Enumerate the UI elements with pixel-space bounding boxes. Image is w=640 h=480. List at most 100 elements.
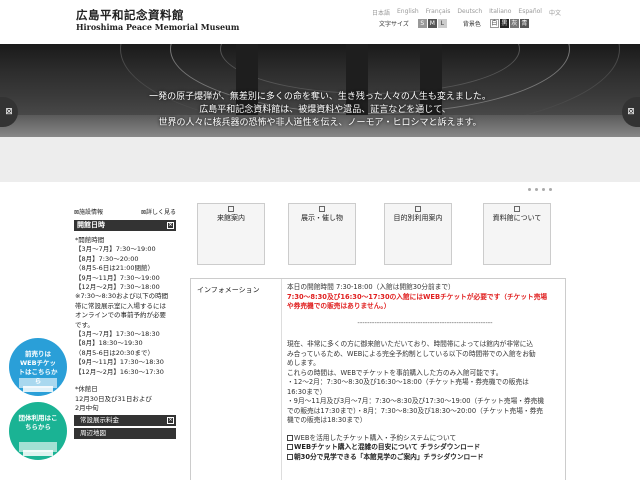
- arrow-left-icon: ⊠: [5, 107, 13, 117]
- notice-line: ・12～2月：7:30～8:30及び16:30～18:00（チケット売場・券売機…: [287, 378, 529, 386]
- bg-color-label: 背景色: [462, 21, 481, 28]
- hours-title: 開館日時: [77, 221, 105, 229]
- area-map-label: 周辺地図: [80, 429, 106, 438]
- language-menu: 日本語 English Français Deutsch Italiano Es…: [372, 8, 561, 17]
- hero-line-1: 一発の原子爆弾が、無差別に多くの命を奪い、生き残った人々の人生も変えました。: [149, 92, 491, 102]
- menu-label: 資料館について: [492, 214, 542, 222]
- bg-blue-button[interactable]: 青: [519, 19, 529, 28]
- information-panel: インフォメーション 本日の開館時間 7:30-18:00（入館は開館30分前まで…: [190, 278, 566, 480]
- hours-line: 2月中旬: [75, 403, 99, 412]
- information-content: 本日の開館時間 7:30-18:00（入館は開館30分前まで） 7:30～8:3…: [287, 283, 563, 462]
- hours-line: *開館時間: [75, 236, 105, 244]
- slider-dot[interactable]: [542, 188, 545, 191]
- group-badge[interactable]: 団体利用はこちらから: [9, 402, 67, 460]
- notice-line: 16:30まで）: [287, 387, 327, 396]
- hours-header[interactable]: 開館日時 ×: [74, 220, 176, 231]
- notice-line: 機での販売は18:30まで）: [287, 416, 367, 424]
- menu-visitor-info[interactable]: 来館案内: [197, 203, 265, 265]
- hours-line: です。: [75, 320, 94, 329]
- alert-text: や券売機での販売はありません。）: [287, 302, 391, 310]
- hours-line: 【3月～7月】7:30～19:00: [75, 245, 156, 254]
- admission-fee-button[interactable]: 常設展示料金 ×: [74, 415, 176, 427]
- bg-white-button[interactable]: 白: [489, 19, 499, 28]
- group-label: 団体利用はこちらから: [18, 414, 58, 431]
- slider-dot[interactable]: [549, 188, 552, 191]
- menu-label: 来館案内: [217, 214, 245, 222]
- arrow-right-icon: ⊠: [627, 107, 635, 117]
- admission-fee-label: 常設展示料金: [80, 416, 119, 425]
- group-people-icon: [23, 450, 53, 456]
- menu-purpose-guide[interactable]: 目的別利用案内: [384, 203, 452, 265]
- hours-line: ※7:30～8:30および以下の時間: [75, 292, 169, 301]
- hours-line: 【8月】18:30～19:30: [75, 339, 143, 348]
- site-logo[interactable]: 広島平和記念資料館 Hiroshima Peace Memorial Museu…: [76, 9, 239, 33]
- text-size-large-button[interactable]: L: [437, 19, 447, 28]
- lang-japanese[interactable]: 日本語: [372, 8, 390, 17]
- notice-line: めします。: [287, 359, 320, 367]
- link-icon: [287, 453, 293, 460]
- lang-english[interactable]: English: [397, 8, 419, 17]
- banner-strip: [0, 137, 640, 182]
- hero-banner: 一発の原子爆弾が、無差別に多くの命を奪い、生き残った人々の人生も変えました。 広…: [0, 44, 640, 137]
- purpose-guide-icon: [415, 206, 421, 212]
- lang-italian[interactable]: Italiano: [489, 8, 511, 17]
- hours-line: （8月5-6日は21:00閉館）: [75, 264, 154, 273]
- area-map-button[interactable]: 周辺地図: [74, 428, 176, 440]
- hours-line: 帯に常設展示室に入場するには: [75, 301, 166, 310]
- facility-info-title: ⊠施設情報: [74, 208, 104, 216]
- notice-line: み合っているため、WEBによる完全予約制としている以下の時間帯での入館をお勧: [287, 349, 536, 358]
- hero-message: 一発の原子爆弾が、無差別に多くの命を奪い、生き残った人々の人生も変えました。 広…: [0, 91, 640, 130]
- text-size-medium-button[interactable]: M: [427, 19, 437, 28]
- hours-line: 【9月～11月】7:30～19:00: [75, 273, 160, 282]
- web-ticket-badge[interactable]: 前売りはWEBチケットはこちらから: [9, 338, 67, 396]
- congestion-flyer-link[interactable]: WEBチケット購入と混雑の目安について チラシダウンロード: [287, 443, 563, 453]
- lang-german[interactable]: Deutsch: [457, 8, 482, 17]
- skyline-icon: [23, 386, 53, 392]
- menu-about-museum[interactable]: 資料館について: [483, 203, 551, 265]
- link-icon: [287, 444, 293, 450]
- menu-label: 展示・催し物: [301, 214, 343, 222]
- visitor-info-icon: [228, 206, 234, 212]
- slider-dot[interactable]: [528, 188, 531, 191]
- hours-line: 【8月】7:30～20:00: [75, 254, 139, 263]
- notice-line: ・9月～11月及び3月～7月：7:30～8:30及び17:30～19:00（チケ…: [287, 397, 545, 405]
- bg-gray-button[interactable]: 灰: [509, 19, 519, 28]
- hours-content: *開館時間 【3月～7月】7:30～19:00 【8月】7:30～20:00 （…: [74, 231, 176, 413]
- information-heading: インフォメーション: [197, 286, 260, 294]
- text-size-label: 文字サイズ: [379, 21, 409, 28]
- hours-line: 【9月～11月】17:30～18:30: [75, 358, 164, 367]
- alert-text: 7:30～8:30及び16:30～17:30の入館にはWEBチケットが必要です（…: [287, 292, 548, 301]
- dashed-divider: ----------------------------------------…: [357, 318, 493, 327]
- text-size-small-button[interactable]: S: [417, 19, 427, 28]
- hours-line: 【12月～2月】16:30～17:30: [75, 367, 164, 376]
- bg-black-button[interactable]: 黒: [499, 19, 509, 28]
- divider: [281, 279, 282, 480]
- lang-spanish[interactable]: Español: [518, 8, 542, 17]
- hours-line: 12月30日及び31日および: [75, 394, 152, 403]
- details-link[interactable]: ⊠詳しく見る: [141, 207, 176, 216]
- guide-flyer-link[interactable]: 朝30分で見学できる「本館見学のご案内」チラシダウンロード: [287, 453, 563, 463]
- lang-chinese[interactable]: 中文: [549, 8, 561, 17]
- toggle-icon: ×: [167, 222, 174, 229]
- hero-line-2: 広島平和記念資料館は、被爆資料や遺品、証言などを通じて、: [199, 105, 451, 115]
- slider-dots: [528, 188, 552, 191]
- hours-line: *休館日: [75, 385, 98, 394]
- notice-line: これらの時間は、WEBでチケットを事前購入した方のみ入館可能です。: [287, 368, 503, 377]
- facility-info-header: ⊠施設情報 ⊠詳しく見る: [74, 205, 176, 217]
- exhibitions-icon: [319, 206, 325, 212]
- menu-exhibitions[interactable]: 展示・催し物: [288, 203, 356, 265]
- lang-french[interactable]: Français: [426, 8, 451, 17]
- about-museum-icon: [514, 206, 520, 212]
- notice-line: 現在、非常に多くの方に御来館いただいており、時間帯によっては館内が非常に込: [287, 340, 534, 348]
- hero-line-3: 世界の人々に核兵器の恐怖や非人道性を伝え、ノーモア・ヒロシマと訴えます。: [158, 118, 482, 128]
- hours-line: 【3月～7月】17:30～18:30: [75, 330, 160, 339]
- logo-english: Hiroshima Peace Memorial Museum: [76, 22, 240, 32]
- menu-label: 目的別利用案内: [393, 214, 443, 222]
- hours-line: 【12月～2月】7:30～18:00: [75, 283, 160, 292]
- ticket-system-link[interactable]: WEBを活用したチケット購入・予約システムについて: [287, 434, 563, 444]
- sidebar: ⊠施設情報 ⊠詳しく見る 開館日時 × *開館時間 【3月～7月】7:30～19…: [74, 205, 176, 440]
- link-icon: [287, 434, 293, 441]
- toggle-icon: ×: [167, 417, 174, 425]
- slider-dot[interactable]: [535, 188, 538, 191]
